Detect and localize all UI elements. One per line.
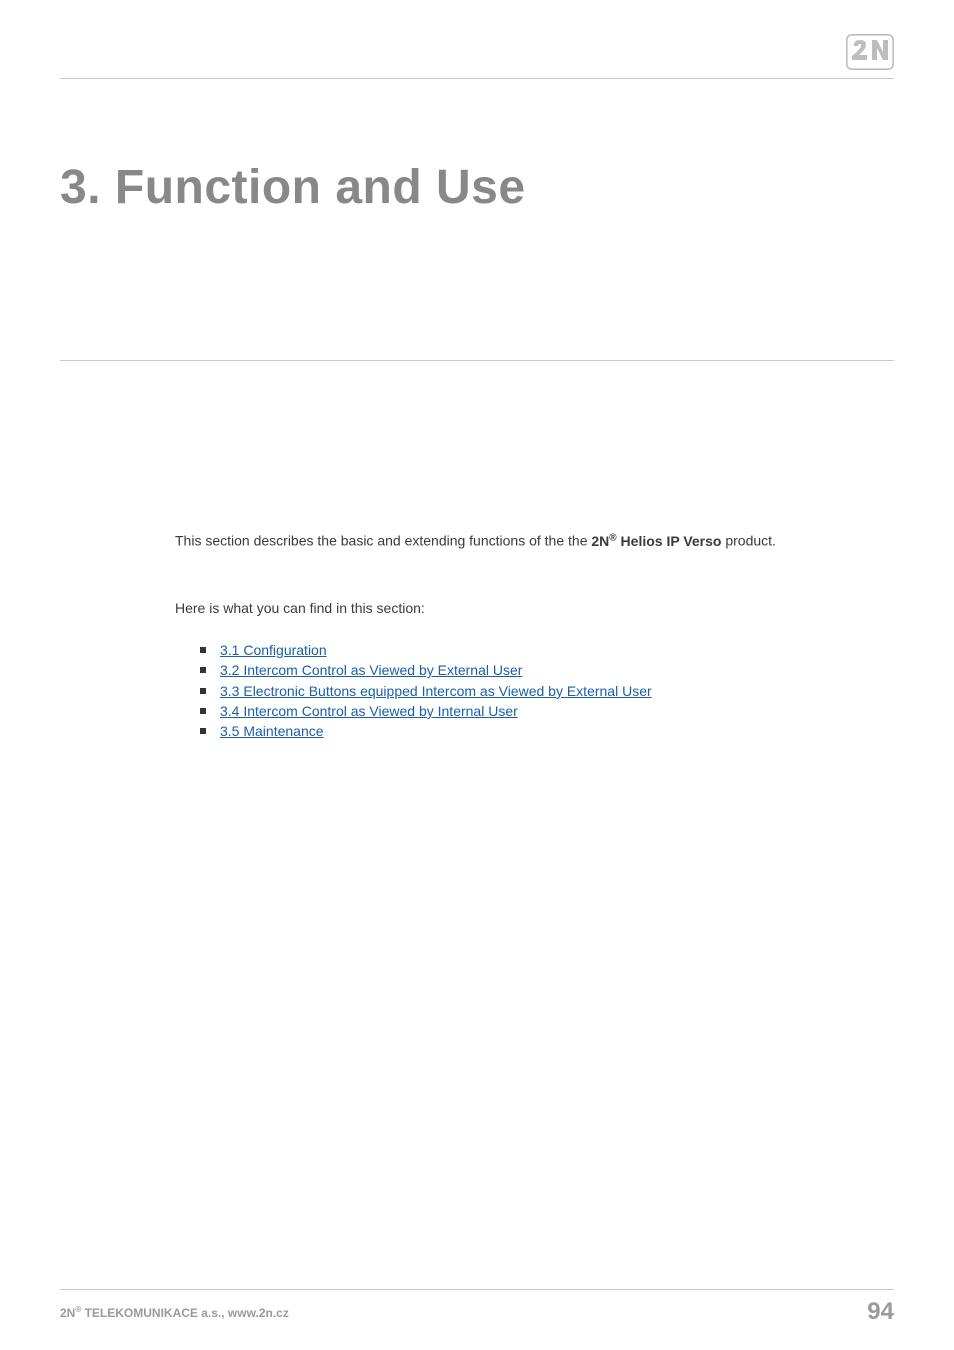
- intro-text-suffix: product.: [721, 533, 775, 549]
- toc-link-maintenance[interactable]: 3.5 Maintenance: [220, 723, 324, 739]
- intro-text-prefix: This section describes the basic and ext…: [175, 533, 591, 549]
- brand-logo: [846, 34, 894, 70]
- toc-link-external-user[interactable]: 3.2 Intercom Control as Viewed by Extern…: [220, 662, 522, 678]
- footer-company-prefix: 2N: [60, 1306, 75, 1320]
- toc-link-internal-user[interactable]: 3.4 Intercom Control as Viewed by Intern…: [220, 703, 518, 719]
- list-item: 3.4 Intercom Control as Viewed by Intern…: [200, 701, 894, 721]
- page-number: 94: [867, 1298, 894, 1326]
- list-item: 3.5 Maintenance: [200, 721, 894, 741]
- footer-company-suffix: TELEKOMUNIKACE a.s., www.2n.cz: [81, 1306, 289, 1320]
- list-item: 3.3 Electronic Buttons equipped Intercom…: [200, 681, 894, 701]
- list-item: 3.1 Configuration: [200, 640, 894, 660]
- section-lead-in: Here is what you can find in this sectio…: [175, 600, 894, 616]
- registered-mark: ®: [609, 532, 616, 543]
- product-name: Helios IP Verso: [617, 533, 722, 549]
- title-divider: [60, 360, 894, 361]
- product-brand: 2N: [591, 533, 609, 549]
- footer-company: 2N® TELEKOMUNIKACE a.s., www.2n.cz: [60, 1305, 289, 1320]
- header-divider: [60, 78, 894, 79]
- toc-link-configuration[interactable]: 3.1 Configuration: [220, 642, 327, 658]
- footer-divider: [60, 1289, 894, 1290]
- chapter-title: 3. Function and Use: [60, 160, 526, 215]
- toc-link-electronic-buttons[interactable]: 3.3 Electronic Buttons equipped Intercom…: [220, 683, 652, 699]
- list-item: 3.2 Intercom Control as Viewed by Extern…: [200, 660, 894, 680]
- document-page: 3. Function and Use This section describ…: [0, 0, 954, 1350]
- intro-paragraph: This section describes the basic and ext…: [175, 530, 894, 552]
- toc-list: 3.1 Configuration 3.2 Intercom Control a…: [200, 640, 894, 741]
